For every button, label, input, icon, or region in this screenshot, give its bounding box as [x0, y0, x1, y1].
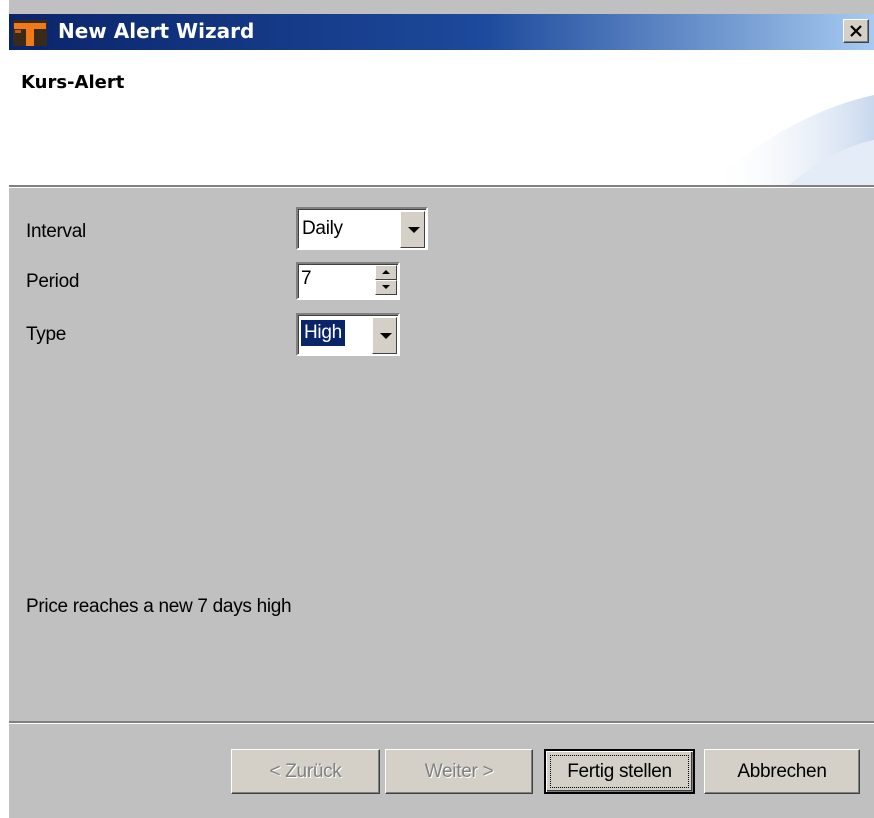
chevron-down-icon — [408, 227, 420, 233]
chevron-down-icon — [380, 333, 392, 339]
finish-button[interactable]: Fertig stellen — [544, 749, 695, 794]
wizard-page-title: Kurs-Alert — [21, 72, 125, 93]
footer-separator — [9, 721, 874, 724]
arrow-down-icon — [382, 285, 390, 289]
period-label: Period — [26, 271, 80, 292]
type-label: Type — [26, 324, 66, 345]
period-increment-button[interactable] — [375, 265, 397, 280]
back-button-label: < Zurück — [269, 761, 342, 782]
period-decrement-button[interactable] — [375, 280, 397, 295]
next-button-label: Weiter > — [424, 761, 494, 782]
back-button[interactable]: < Zurück — [231, 749, 380, 794]
wizard-app-icon — [13, 20, 47, 46]
header-separator — [9, 185, 874, 188]
wizard-window: New Alert Wizard Kurs-Alert Interval Dai… — [0, 0, 874, 818]
focus-rectangle — [550, 755, 689, 788]
type-select[interactable]: High — [296, 313, 400, 356]
interval-select[interactable]: Daily — [296, 207, 428, 250]
window-title: New Alert Wizard — [58, 19, 255, 43]
interval-dropdown-button[interactable] — [400, 211, 425, 248]
interval-label: Interval — [26, 221, 86, 242]
period-spinner[interactable]: 7 — [296, 262, 400, 300]
close-icon — [850, 25, 862, 37]
cancel-button-label: Abbrechen — [737, 761, 827, 782]
arrow-up-icon — [382, 270, 390, 274]
close-button[interactable] — [843, 19, 869, 43]
interval-select-value: Daily — [302, 218, 343, 239]
type-dropdown-button[interactable] — [372, 317, 397, 354]
cancel-button[interactable]: Abbrechen — [704, 749, 860, 794]
period-value: 7 — [301, 268, 312, 289]
header-decoration — [709, 95, 874, 185]
type-select-value: High — [301, 320, 345, 346]
wizard-header: Kurs-Alert — [9, 50, 874, 185]
next-button[interactable]: Weiter > — [385, 749, 533, 794]
desktop-strip — [0, 0, 9, 818]
alert-description: Price reaches a new 7 days high — [26, 596, 292, 617]
